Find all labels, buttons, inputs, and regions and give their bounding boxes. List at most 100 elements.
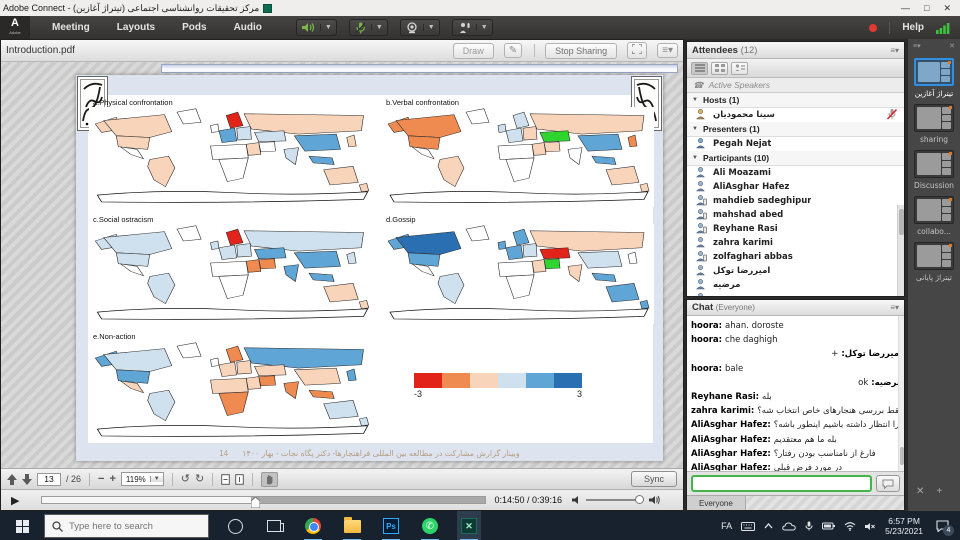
menu-item-audio[interactable]: Audio <box>234 22 262 33</box>
photoshop-button[interactable]: Ps <box>379 511 403 540</box>
collapse-triangle-icon[interactable]: ▼ <box>692 126 698 132</box>
speaker-button[interactable]: ▼ <box>296 19 337 36</box>
seek-marker[interactable] <box>251 495 260 513</box>
group-header-1[interactable]: ▼Presenters (1) <box>687 122 904 137</box>
stop-sharing-button[interactable]: Stop Sharing <box>545 43 617 59</box>
zoom-in-icon[interactable]: + <box>109 474 115 485</box>
send-message-icon[interactable] <box>876 475 900 492</box>
pod-options-icon[interactable]: ≡▾ <box>657 43 678 58</box>
taskbar-search[interactable] <box>44 514 209 538</box>
collapse-triangle-icon[interactable]: ▼ <box>692 97 698 103</box>
attendee-status-view-icon[interactable] <box>731 62 748 75</box>
wifi-icon[interactable] <box>844 522 856 531</box>
chat-tab-everyone[interactable]: Everyone <box>687 496 746 510</box>
menu-item-layouts[interactable]: Layouts <box>117 22 155 33</box>
delete-layout-icon[interactable]: ✕ <box>916 486 924 497</box>
attendee-row[interactable]: سینا محمودیان <box>687 108 904 122</box>
layout-thumb-0[interactable]: تیتراژ آغازین <box>914 58 954 98</box>
raise-hand-caret-icon[interactable]: ▼ <box>476 24 492 31</box>
chat-options-icon[interactable]: ≡▾ <box>890 303 899 312</box>
attendee-row[interactable]: مرضیه <box>687 278 904 292</box>
volume-knob[interactable] <box>635 495 644 504</box>
layout-thumb-1[interactable]: sharing <box>914 104 954 144</box>
whatsapp-button[interactable]: ✆ <box>418 511 442 540</box>
attendee-row[interactable]: امیررضا توکل <box>687 264 904 278</box>
page-down-icon[interactable] <box>22 474 32 485</box>
chrome-button[interactable] <box>301 511 325 540</box>
zoom-out-icon[interactable]: − <box>98 474 104 485</box>
speaker-muted-icon[interactable] <box>865 522 876 531</box>
menu-item-pods[interactable]: Pods <box>182 22 206 33</box>
attendee-row[interactable]: Pegah Nejat <box>687 137 904 151</box>
fullscreen-icon[interactable] <box>627 42 647 59</box>
page-up-icon[interactable] <box>7 474 17 485</box>
rotate-right-icon[interactable]: ↻ <box>195 474 204 485</box>
volume-mute-icon[interactable] <box>572 495 581 505</box>
chat-input[interactable] <box>691 475 872 492</box>
action-center-button[interactable]: 4 <box>932 516 952 536</box>
zoom-level-select[interactable]: 119%▼ <box>121 472 164 486</box>
webcam-caret-icon[interactable]: ▼ <box>423 24 439 31</box>
maximize-button[interactable]: □ <box>924 3 929 13</box>
layout-thumb-2[interactable]: Discussion <box>914 150 954 190</box>
volume-max-icon[interactable] <box>649 495 661 505</box>
search-input[interactable] <box>69 521 189 532</box>
add-layout-icon[interactable]: + <box>936 486 942 497</box>
onedrive-cloud-icon[interactable] <box>782 522 796 531</box>
attendee-row[interactable]: mahdieb sadeghipur <box>687 194 904 208</box>
adobe-connect-button[interactable]: ✕ <box>457 511 481 540</box>
close-button[interactable]: ✕ <box>943 3 951 14</box>
layouts-close-icon[interactable]: ✕ <box>949 42 955 50</box>
menu-item-meeting[interactable]: Meeting <box>52 22 90 33</box>
battery-icon[interactable] <box>822 522 835 530</box>
raise-hand-button[interactable]: ▼ <box>452 19 493 36</box>
attendee-row[interactable]: zahra karimi <box>687 236 904 250</box>
fit-width-icon[interactable] <box>235 474 244 485</box>
attendee-row[interactable]: Ali Moazami <box>687 166 904 180</box>
play-icon[interactable]: ▶ <box>11 494 19 507</box>
document-viewport[interactable]: a.Physical confrontationb.Verbal confron… <box>1 62 683 468</box>
attendees-scrollbar[interactable] <box>897 205 904 296</box>
fit-page-icon[interactable] <box>221 474 230 485</box>
attendee-row[interactable]: mahshad abed <box>687 208 904 222</box>
language-indicator[interactable]: FA <box>721 521 732 531</box>
speaker-caret-icon[interactable]: ▼ <box>320 24 336 31</box>
microphone-caret-icon[interactable]: ▼ <box>371 24 387 31</box>
cortana-button[interactable] <box>223 511 247 540</box>
layout-thumb-3[interactable]: collabo... <box>914 196 954 236</box>
attendee-row[interactable]: Reyhane Rasi <box>687 222 904 236</box>
page-number-input[interactable] <box>37 473 61 486</box>
keyboard-icon[interactable] <box>741 522 755 531</box>
clock[interactable]: 6:57 PM 5/23/2021 <box>885 516 923 536</box>
sync-button[interactable]: Sync <box>631 471 677 487</box>
group-header-2[interactable]: ▼Participants (10) <box>687 151 904 166</box>
chat-scrollbar[interactable] <box>898 316 904 471</box>
layout-thumb-4[interactable]: تیتراژ پایانی <box>914 242 954 282</box>
attendee-list-view-icon[interactable] <box>691 62 708 75</box>
seek-bar[interactable] <box>41 496 486 504</box>
attendees-options-icon[interactable]: ≡▾ <box>890 46 899 55</box>
zoom-caret-icon[interactable]: ▼ <box>150 476 163 482</box>
volume-slider[interactable] <box>586 499 644 501</box>
group-header-0[interactable]: ▼Hosts (1) <box>687 93 904 108</box>
collapse-triangle-icon[interactable]: ▼ <box>692 155 698 161</box>
draw-button[interactable]: Draw <box>453 43 494 59</box>
start-button[interactable] <box>0 511 44 540</box>
attendee-row[interactable]: zolfaghari abbas <box>687 250 904 264</box>
pen-icon[interactable]: ✎ <box>504 43 522 58</box>
chat-messages[interactable]: hoora: ahan. dorostehoora: che daghighام… <box>687 316 904 471</box>
pan-tool-icon[interactable] <box>261 472 278 487</box>
task-view-button[interactable] <box>262 511 286 540</box>
help-menu[interactable]: Help <box>902 22 924 33</box>
webcam-button[interactable]: ▼ <box>400 19 440 36</box>
rotate-left-icon[interactable]: ↺ <box>181 474 190 485</box>
minimize-button[interactable]: — <box>901 3 910 13</box>
chevron-up-icon[interactable] <box>764 523 773 529</box>
attendee-row[interactable]: AliAsghar Hafez <box>687 180 904 194</box>
attendee-grid-view-icon[interactable] <box>711 62 728 75</box>
file-explorer-button[interactable] <box>340 511 364 540</box>
attendee-row[interactable] <box>687 292 904 296</box>
microphone-button[interactable]: ▼ <box>349 19 388 36</box>
layouts-options-icon[interactable]: ≡▾ <box>913 42 921 50</box>
microphone-tray-icon[interactable] <box>805 521 813 531</box>
